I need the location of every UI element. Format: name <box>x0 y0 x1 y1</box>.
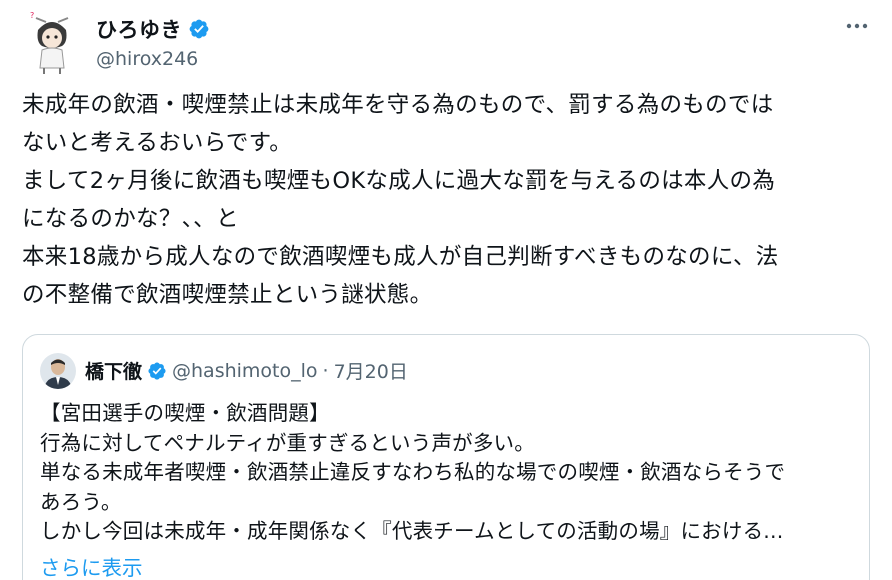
quote-text: 【宮田選手の喫煙・飲酒問題】 行為に対してペナルティが重すぎるという声が多い。 … <box>40 401 786 543</box>
author-display-name[interactable]: ひろゆき <box>96 14 182 44</box>
verified-badge-icon <box>189 19 209 39</box>
svg-text:?: ? <box>30 11 34 20</box>
quoted-tweet-card[interactable]: 橋下徹 @hashimoto_lo · 7月20日 【宮田選手の喫煙・飲酒問題】… <box>22 334 870 580</box>
tweet-text: 未成年の飲酒・喫煙禁止は未成年を守る為のもので、罰する為のものでは ないと考える… <box>22 92 779 308</box>
quote-display-name[interactable]: 橋下徹 <box>85 357 142 384</box>
author-name-row: ひろゆき <box>96 14 210 44</box>
quote-author-avatar[interactable] <box>40 353 76 389</box>
author-handle[interactable]: @hirox246 <box>96 48 198 70</box>
quote-verified-badge-icon <box>148 361 166 380</box>
quote-separator: · <box>322 359 329 382</box>
tweet-header: ? ひろゆき @hirox246 <box>22 6 872 78</box>
quote-handle[interactable]: @hashimoto_lo <box>172 360 318 382</box>
show-more-link[interactable]: さらに表示 <box>40 551 143 580</box>
more-options-icon[interactable] <box>842 14 872 38</box>
author-avatar[interactable]: ? <box>22 6 82 76</box>
quote-header: 橋下徹 @hashimoto_lo · 7月20日 <box>85 357 408 384</box>
quote-date[interactable]: 7月20日 <box>334 357 408 384</box>
